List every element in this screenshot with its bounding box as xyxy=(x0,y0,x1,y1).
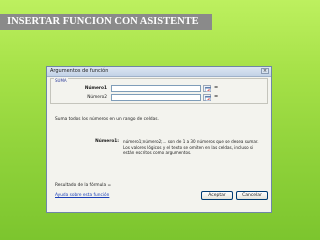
help-link[interactable]: Ayuda sobre esta función xyxy=(55,193,109,198)
help-argument-text: número1;número2;... son de 1 a 30 número… xyxy=(123,139,259,156)
cancel-button[interactable]: Cancelar xyxy=(236,191,268,200)
function-arguments-dialog: Argumentos de función × SUMA Número1 = N… xyxy=(46,66,272,213)
ok-button[interactable]: Aceptar xyxy=(201,191,233,200)
range-select-icon xyxy=(205,87,211,92)
function-description: Suma todos los números en un rango de ce… xyxy=(55,117,159,122)
slide-title: INSERTAR FUNCION CON ASISTENTE xyxy=(0,14,212,30)
function-name: SUMA xyxy=(54,78,68,83)
formula-result: Resultado de la fórmula = xyxy=(55,183,112,188)
argument-row-numero2: Número2 = xyxy=(51,94,267,101)
collapse-dialog-button-2[interactable] xyxy=(203,94,211,101)
close-icon: × xyxy=(262,68,268,74)
help-argument-name: Número1: xyxy=(95,139,119,144)
collapse-dialog-button-1[interactable] xyxy=(203,85,211,92)
close-button[interactable]: × xyxy=(261,68,269,74)
equals-sign: = xyxy=(214,94,219,100)
argument-label-numero2: Número2 xyxy=(87,95,107,100)
equals-sign: = xyxy=(214,85,219,91)
numero1-input[interactable] xyxy=(111,85,201,92)
argument-row-numero1: Número1 = xyxy=(51,85,267,92)
dialog-title: Argumentos de función xyxy=(50,68,109,74)
arguments-group: SUMA Número1 = Número2 = xyxy=(50,78,268,104)
range-select-icon xyxy=(205,96,211,101)
dialog-titlebar[interactable]: Argumentos de función × xyxy=(47,67,271,77)
argument-label-numero1: Número1 xyxy=(84,86,107,91)
numero2-input[interactable] xyxy=(111,94,201,101)
